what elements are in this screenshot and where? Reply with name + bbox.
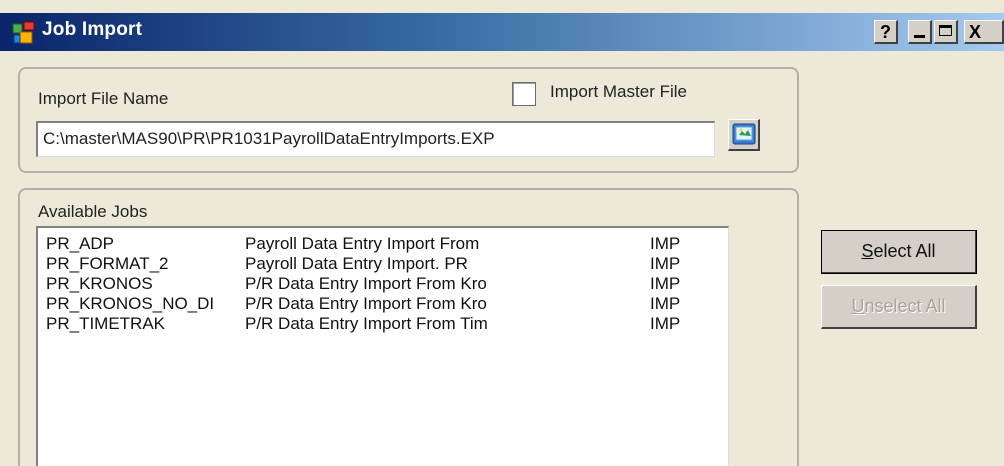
maximize-icon [939,25,952,36]
import-file-name-input[interactable]: C:\master\MAS90\PR\PR1031PayrollDataEntr… [36,121,715,157]
list-item[interactable]: PR_ADP Payroll Data Entry Import From IM… [38,234,728,254]
app-icon [12,21,36,45]
job-name: PR_FORMAT_2 [46,254,169,273]
help-button[interactable]: ? [874,20,898,44]
job-type: IMP [650,254,681,273]
list-item[interactable]: PR_TIMETRAK P/R Data Entry Import From T… [38,314,728,334]
select-all-label: elect All [873,241,936,261]
job-description: P/R Data Entry Import From Kro [245,274,487,293]
minimize-button[interactable] [908,20,932,44]
job-name: PR_KRONOS_NO_DI [46,294,215,313]
job-description: P/R Data Entry Import From Tim [245,314,488,333]
title-bar[interactable]: Job Import ? X [0,13,1004,51]
help-icon: ? [880,21,891,42]
job-name: PR_ADP [46,234,115,253]
select-all-mnemonic: S [861,241,874,261]
job-type: IMP [650,314,681,333]
job-name: PR_KRONOS [46,274,153,293]
unselect-all-mnemonic: U [851,296,865,316]
browse-folder-icon [732,123,755,145]
list-item[interactable]: PR_KRONOS_NO_DI P/R Data Entry Import Fr… [38,294,728,314]
unselect-all-label: nselect All [864,296,946,316]
job-import-window: Job Import ? X Import File Name Import M… [0,0,1004,466]
import-master-file-label[interactable]: Import Master File [550,82,687,102]
job-type: IMP [650,274,681,293]
browse-button[interactable] [728,119,760,151]
available-jobs-list[interactable]: PR_ADP Payroll Data Entry Import From IM… [36,226,729,466]
job-type: IMP [650,234,681,253]
list-item[interactable]: PR_FORMAT_2 Payroll Data Entry Import. P… [38,254,728,274]
import-file-name-label: Import File Name [38,89,169,108]
maximize-button[interactable] [934,20,958,44]
available-jobs-group: Available Jobs PR_ADP Payroll Data Entry… [18,188,799,466]
select-all-button[interactable]: Select All [821,230,977,274]
import-master-file-checkbox[interactable] [512,82,536,106]
job-type: IMP [650,294,681,313]
unselect-all-button[interactable]: Unselect All [821,285,977,329]
job-description: P/R Data Entry Import From Kro [245,294,487,313]
close-button[interactable]: X [964,20,1004,44]
close-icon: X [969,21,982,42]
job-description: Payroll Data Entry Import. PR [245,254,468,273]
list-item[interactable]: PR_KRONOS P/R Data Entry Import From Kro… [38,274,728,294]
minimize-icon [914,35,925,38]
job-description: Payroll Data Entry Import From [245,234,480,253]
available-jobs-label: Available Jobs [38,202,148,221]
window-title: Job Import [42,19,143,40]
import-file-group: Import File Name Import Master File C:\m… [18,67,799,173]
job-name: PR_TIMETRAK [46,314,166,333]
